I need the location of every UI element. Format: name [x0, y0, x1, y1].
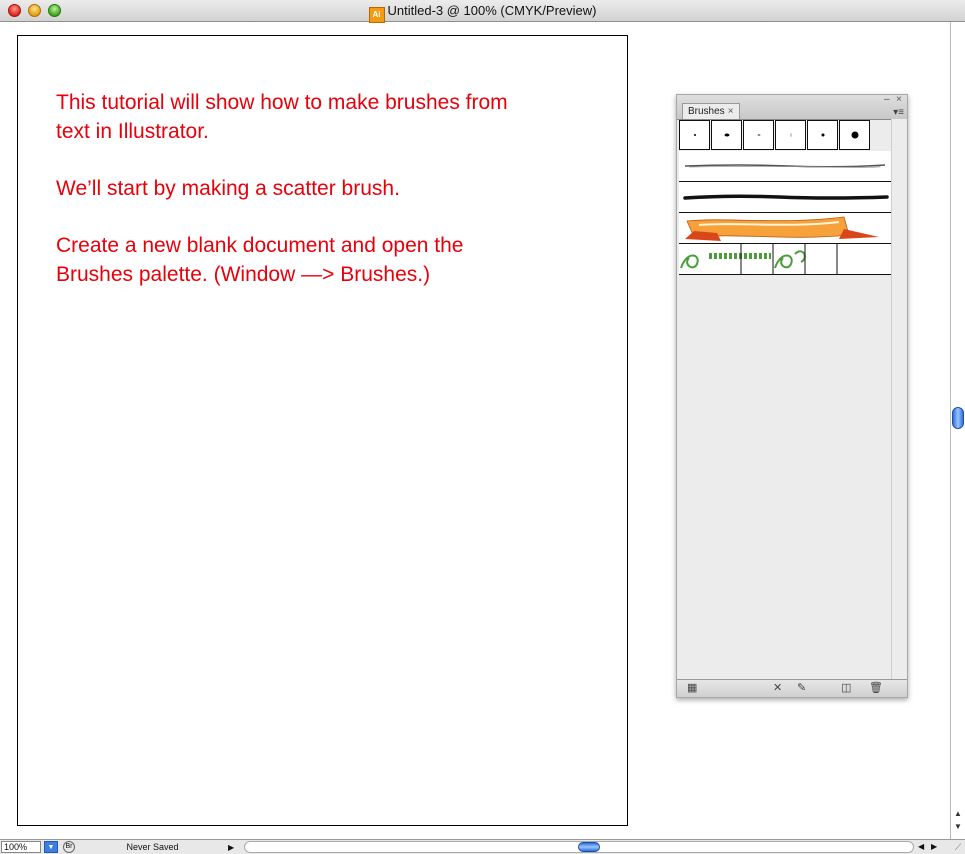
palette-menu-icon[interactable]: ▾≡	[893, 107, 904, 118]
tutorial-paragraph-instructions: Create a new blank document and open the…	[56, 234, 464, 286]
brush-swatch-charcoal-feather[interactable]	[679, 151, 891, 182]
status-menu-arrow-icon[interactable]: ▶	[228, 842, 234, 853]
ai-document-icon: Ai	[368, 7, 385, 23]
zoom-dropdown-button[interactable]: ▼	[44, 841, 58, 853]
scroll-down-arrow[interactable]: ▼	[952, 821, 964, 832]
palette-scrollbar[interactable]	[891, 119, 907, 679]
document-status-text: Never Saved	[126, 842, 179, 852]
window-titlebar: Ai Untitled-3 @ 100% (CMYK/Preview)	[0, 0, 965, 23]
palette-collapse-icon[interactable]: –	[884, 95, 890, 105]
brush-options-icon[interactable]: ✎	[797, 682, 806, 694]
artboard[interactable]: This tutorial will show how to make brus…	[17, 35, 628, 826]
vertical-scrollbar[interactable]: ▲ ▼	[950, 22, 965, 839]
window-title: Untitled-3 @ 100% (CMYK/Preview)	[387, 3, 597, 18]
new-brush-icon[interactable]: ◫	[841, 682, 851, 694]
brush-swatch-calligraphic-5[interactable]	[807, 120, 838, 150]
brush-swatch-calligraphic-1[interactable]	[679, 120, 710, 150]
scroll-up-arrow[interactable]: ▲	[952, 808, 964, 819]
tab-brushes[interactable]: Brushes ×	[682, 103, 740, 119]
palette-footer: ▦ ✕ ✎ ◫ 🗑	[677, 679, 907, 697]
vertical-scroll-thumb[interactable]	[952, 407, 964, 429]
zoom-level-field[interactable]: 100%	[1, 841, 41, 853]
scroll-left-arrow[interactable]: ◀	[918, 841, 924, 853]
brush-swatch-charcoal[interactable]	[679, 182, 891, 213]
brush-libraries-menu-icon[interactable]: ▦	[687, 682, 697, 694]
tutorial-paragraph-intro: This tutorial will show how to make brus…	[56, 91, 508, 143]
horizontal-scroll-thumb[interactable]	[578, 842, 600, 852]
delete-brush-icon[interactable]: 🗑	[869, 682, 883, 694]
scroll-right-arrow[interactable]: ▶	[931, 841, 937, 853]
brush-swatch-green-ornament[interactable]	[679, 244, 891, 275]
palette-header[interactable]: – × Brushes × ▾≡	[677, 95, 907, 119]
status-bar: 100% ▼ Br Never Saved ▶ ◀ ▶ ⟋	[0, 839, 965, 854]
brush-swatch-calligraphic-2[interactable]	[711, 120, 742, 150]
remove-brush-stroke-icon[interactable]: ✕	[773, 682, 782, 694]
horizontal-scrollbar[interactable]	[244, 841, 914, 853]
window-title-area: Ai Untitled-3 @ 100% (CMYK/Preview)	[0, 3, 965, 23]
brush-swatch-calligraphic-6[interactable]	[839, 120, 870, 150]
tab-close-icon[interactable]: ×	[728, 106, 734, 117]
brushes-palette: – × Brushes × ▾≡ ▦ ✕ ✎ ◫ 🗑	[676, 94, 908, 698]
tutorial-paragraph-scatter: We’ll start by making a scatter brush.	[56, 177, 400, 200]
bridge-icon[interactable]: Br	[63, 841, 75, 853]
brush-list	[677, 119, 892, 680]
brush-swatch-calligraphic-4[interactable]	[775, 120, 806, 150]
brush-swatch-ribbon-banner[interactable]	[679, 213, 891, 244]
calligraphic-brush-row	[679, 120, 870, 150]
palette-close-icon[interactable]: ×	[896, 95, 902, 105]
window-resize-grip-icon[interactable]: ⟋	[952, 841, 964, 853]
brush-swatch-calligraphic-3[interactable]	[743, 120, 774, 150]
tab-brushes-label: Brushes	[688, 106, 725, 117]
